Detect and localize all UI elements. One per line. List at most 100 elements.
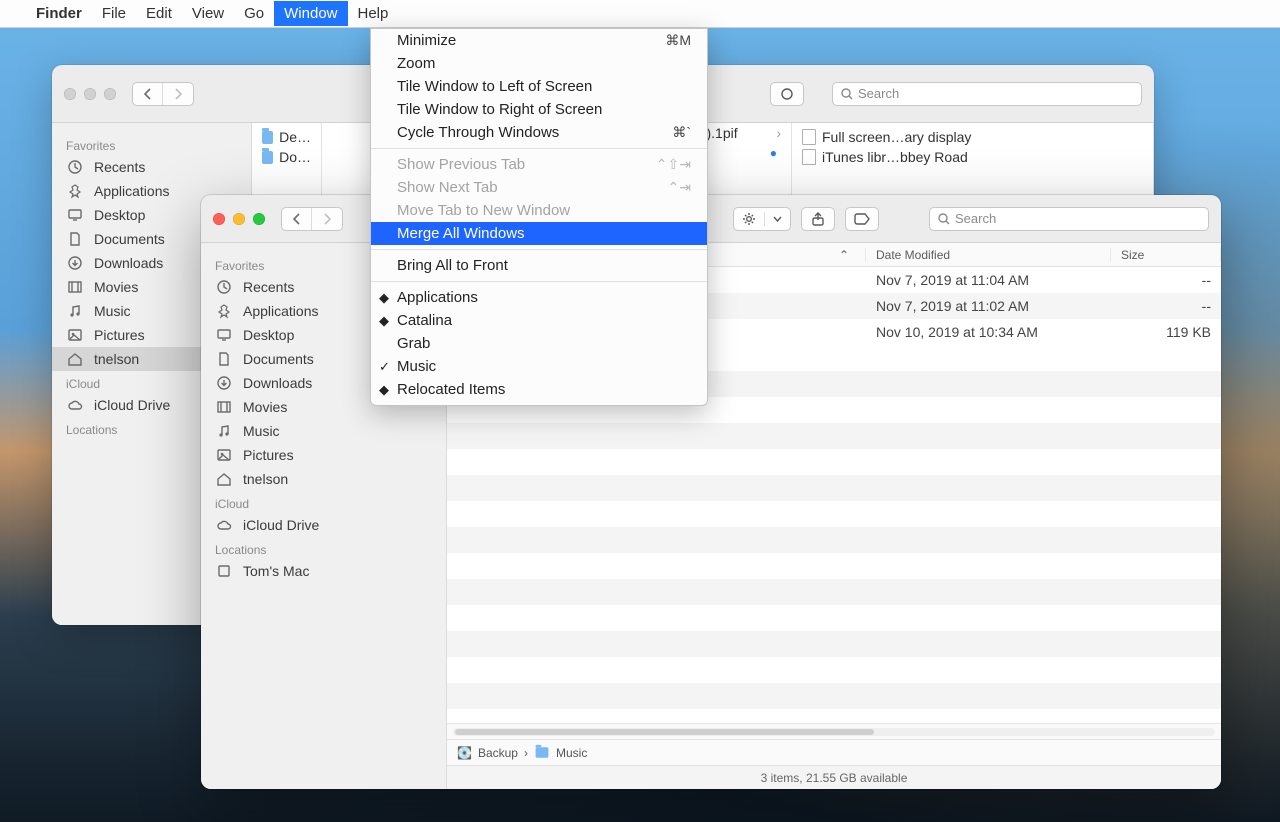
menu-item-label: Music xyxy=(397,358,436,375)
menu-item[interactable]: Tile Window to Right of Screen xyxy=(371,98,707,121)
toolbar-front: Search xyxy=(201,195,1221,243)
zoom-button[interactable] xyxy=(253,213,265,225)
tags-button[interactable] xyxy=(845,207,879,231)
path-bar: 💽 Backup › Music xyxy=(447,739,1221,765)
sidebar-item-label: Movies xyxy=(94,279,138,295)
menu-item-label: Show Next Tab xyxy=(397,179,498,196)
pic-icon xyxy=(215,447,233,463)
down-icon xyxy=(66,255,84,271)
disk-icon xyxy=(215,563,233,579)
desktop-icon xyxy=(66,207,84,223)
forward-button[interactable] xyxy=(312,208,342,230)
zoom-button[interactable] xyxy=(104,88,116,100)
clock-icon xyxy=(215,279,233,295)
sidebar-item-recents[interactable]: Recents xyxy=(52,155,251,179)
folder-icon xyxy=(262,131,273,144)
path-crumb[interactable]: Backup xyxy=(478,746,518,760)
status-bar: 3 items, 21.55 GB available xyxy=(447,765,1221,789)
music-icon xyxy=(66,303,84,319)
document-icon xyxy=(802,149,816,165)
close-button[interactable] xyxy=(64,88,76,100)
col1-item[interactable]: De… xyxy=(252,127,321,147)
diamond-mark-icon: ◆ xyxy=(379,290,389,306)
horizontal-scrollbar[interactable] xyxy=(447,723,1221,739)
menu-item[interactable]: Merge All Windows xyxy=(371,222,707,245)
sidebar-item-label: Movies xyxy=(243,399,287,415)
sidebar-item-label: Documents xyxy=(94,231,165,247)
tag-button[interactable] xyxy=(770,82,804,106)
forward-button[interactable] xyxy=(163,83,193,105)
menu-item-label: Move Tab to New Window xyxy=(397,202,570,219)
col3-item[interactable]: iTunes libr…bbey Road xyxy=(792,147,1153,167)
window-menu-dropdown: Minimize⌘M Zoom Tile Window to Left of Scr… xyxy=(370,28,708,406)
menu-item[interactable]: ◆Catalina xyxy=(371,309,707,332)
menu-item[interactable]: Bring All to Front xyxy=(371,254,707,277)
menubar-window[interactable]: Window xyxy=(274,1,347,26)
sidebar-item-pictures[interactable]: Pictures xyxy=(201,443,446,467)
minimize-button[interactable] xyxy=(233,213,245,225)
sidebar-item-label: Downloads xyxy=(94,255,163,271)
menubar-edit[interactable]: Edit xyxy=(136,1,182,26)
sort-arrow-icon: ⌃ xyxy=(839,248,849,262)
menu-item-label: Minimize xyxy=(397,32,456,49)
scroll-thumb[interactable] xyxy=(455,729,874,735)
menubar-go[interactable]: Go xyxy=(234,1,274,26)
sidebar-item-music[interactable]: Music xyxy=(201,419,446,443)
menu-item[interactable]: Zoom xyxy=(371,52,707,75)
menubar-file[interactable]: File xyxy=(92,1,136,26)
minimize-button[interactable] xyxy=(84,88,96,100)
sidebar-item-label: Applications xyxy=(243,303,319,319)
menu-item[interactable]: Tile Window to Left of Screen xyxy=(371,75,707,98)
home-icon xyxy=(66,351,84,367)
nav-back-forward xyxy=(132,82,194,106)
search-field-back[interactable]: Search xyxy=(832,82,1142,106)
menu-item-label: Show Previous Tab xyxy=(397,156,525,173)
clock-icon xyxy=(66,159,84,175)
menu-item[interactable]: Minimize⌘M xyxy=(371,29,707,52)
column-header-size[interactable]: Size xyxy=(1111,248,1221,262)
movie-icon xyxy=(215,399,233,415)
back-button[interactable] xyxy=(133,83,163,105)
apps-icon xyxy=(215,303,233,319)
menu-item[interactable]: ◆Relocated Items xyxy=(371,378,707,401)
pic-icon xyxy=(66,327,84,343)
menu-item[interactable]: Cycle Through Windows⌘` xyxy=(371,121,707,144)
menubar-help[interactable]: Help xyxy=(348,1,399,26)
menu-item[interactable]: ✓Music xyxy=(371,355,707,378)
sidebar-item-label: Tom's Mac xyxy=(243,563,309,579)
menu-item-label: Relocated Items xyxy=(397,381,505,398)
share-button[interactable] xyxy=(801,207,835,231)
sidebar-item-label: tnelson xyxy=(94,351,139,367)
action-menu-button[interactable] xyxy=(733,207,791,231)
menubar-view[interactable]: View xyxy=(182,1,234,26)
menu-item-label: Applications xyxy=(397,289,478,306)
down-icon xyxy=(215,375,233,391)
sidebar-item-tnelson[interactable]: tnelson xyxy=(201,467,446,491)
menu-item-shortcut: ⌘` xyxy=(672,124,691,141)
col1-item[interactable]: Do… xyxy=(252,147,321,167)
sidebar-item-label: Recents xyxy=(94,159,145,175)
search-field-front[interactable]: Search xyxy=(929,207,1209,231)
search-icon xyxy=(841,88,853,100)
document-icon xyxy=(802,129,816,145)
column-header-date[interactable]: Date Modified xyxy=(866,248,1111,262)
home-icon xyxy=(215,471,233,487)
close-button[interactable] xyxy=(213,213,225,225)
search-placeholder-front: Search xyxy=(955,211,996,226)
gear-icon xyxy=(734,212,765,226)
menu-item-label: Grab xyxy=(397,335,430,352)
menu-item-label: Zoom xyxy=(397,55,435,72)
sidebar-item-tom-s-mac[interactable]: Tom's Mac xyxy=(201,559,446,583)
path-crumb[interactable]: Music xyxy=(556,746,587,760)
back-button[interactable] xyxy=(282,208,312,230)
sidebar-item-label: Desktop xyxy=(94,207,145,223)
search-icon xyxy=(938,213,950,225)
menu-item[interactable]: Grab xyxy=(371,332,707,355)
menubar-app-name[interactable]: Finder xyxy=(26,1,92,26)
apps-icon xyxy=(66,183,84,199)
sidebar-item-label: Applications xyxy=(94,183,170,199)
diamond-mark-icon: ◆ xyxy=(379,313,389,329)
col3-item[interactable]: Full screen…ary display xyxy=(792,127,1153,147)
sidebar-item-icloud-drive[interactable]: iCloud Drive xyxy=(201,513,446,537)
menu-item[interactable]: ◆ Applications xyxy=(371,286,707,309)
